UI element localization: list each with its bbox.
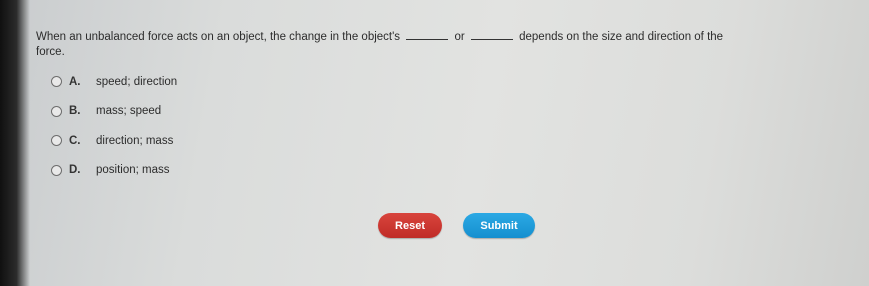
radio-button-c[interactable] [51,135,62,146]
option-label: mass; speed [96,105,162,117]
option-letter: D. [69,164,81,176]
option-letter: B. [69,105,81,117]
option-label: position; mass [96,164,170,176]
answer-options: A. speed; direction B. mass; speed C. di… [51,74,177,192]
monitor-bezel [0,0,30,286]
option-c[interactable]: C. direction; mass [51,133,177,148]
question-text-wrap: force. [36,46,65,58]
question-text: When an unbalanced force acts on an obje… [36,29,836,60]
option-letter: A. [69,75,81,88]
question-text-after: depends on the size and direction of the [519,31,724,43]
answer-blank-2 [470,29,513,40]
option-label: speed; direction [96,75,178,88]
option-letter: C. [69,134,81,147]
option-label: direction; mass [96,134,174,147]
radio-button-b[interactable] [51,105,62,117]
option-b[interactable]: B. mass; speed [51,104,177,119]
option-a[interactable]: A. speed; direction [51,74,177,89]
radio-button-a[interactable] [51,76,62,87]
question-connector: or [454,31,465,43]
question-text-before: When an unbalanced force acts on an obje… [36,31,401,43]
submit-button[interactable]: Submit [463,213,535,238]
option-d[interactable]: D. position; mass [51,163,177,178]
reset-button[interactable]: Reset [378,213,442,238]
action-buttons: Reset Submit [378,213,535,238]
radio-button-d[interactable] [51,164,62,176]
answer-blank-1 [406,29,449,40]
